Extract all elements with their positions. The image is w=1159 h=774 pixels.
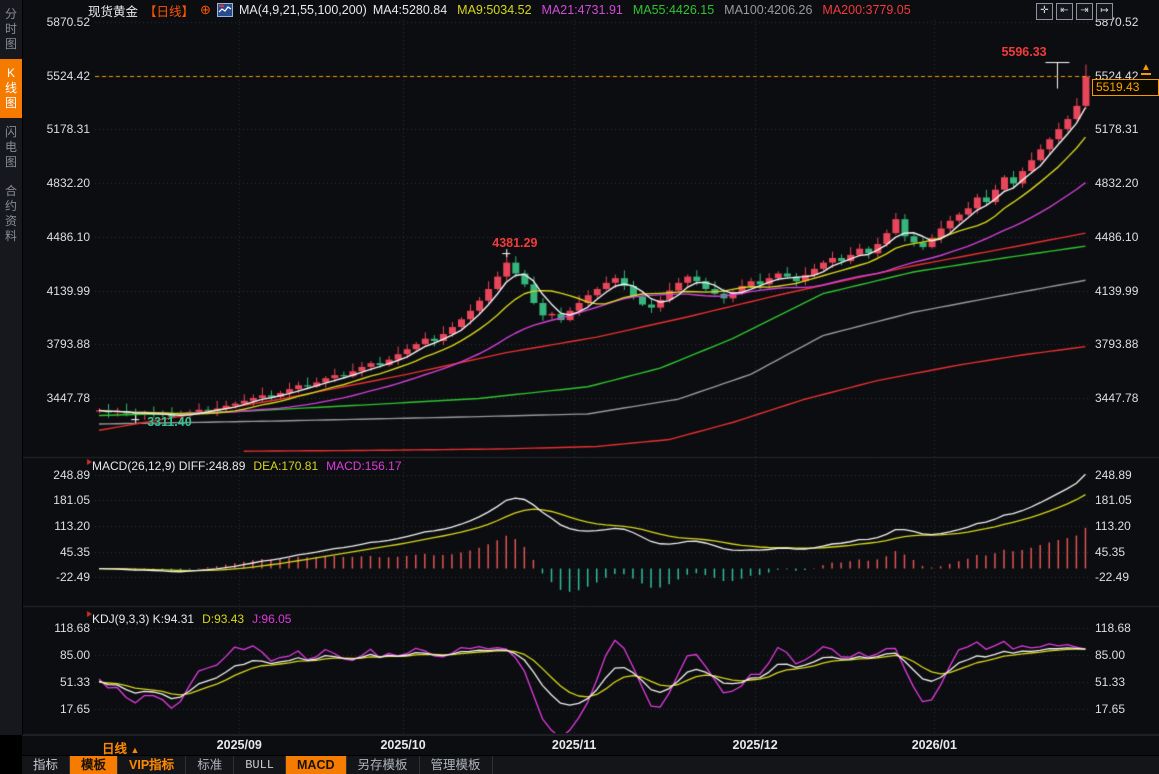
axis-tick: 4832.20	[1095, 176, 1159, 190]
axis-tick: -22.49	[1095, 570, 1159, 584]
sidebar-bottom-filler	[0, 735, 22, 774]
axis-tick: 85.00	[24, 648, 90, 662]
time-axis: 日线 ▲ 2025/092025/102025/112025/122026/01	[22, 735, 1159, 756]
axis-tick: 118.68	[24, 621, 90, 635]
add-indicator-icon[interactable]: ⊕	[200, 2, 211, 18]
axis-tick: 85.00	[1095, 648, 1159, 662]
ma-legend-item: MA200:3779.05	[822, 3, 910, 17]
symbol-name: 现货黄金	[88, 1, 138, 20]
indicator-value-label: MACD(26,12,9) DIFF:248.89	[92, 459, 245, 473]
axis-tick: 5870.52	[24, 15, 90, 29]
sidebar-item-char: 时	[0, 22, 22, 37]
chart-canvas[interactable]	[0, 0, 1159, 774]
tab-另存模板[interactable]: 另存模板	[347, 756, 420, 774]
ma-legend-item: MA9:5034.52	[457, 3, 531, 17]
sidebar-item-char: 图	[0, 155, 22, 170]
period-tag: 【日线】	[144, 1, 194, 20]
axis-tick: 45.35	[24, 545, 90, 559]
axis-tick: 3793.88	[1095, 337, 1159, 351]
price-annotation: 5596.33	[1001, 45, 1046, 59]
tab-MACD[interactable]: MACD	[286, 756, 347, 774]
axis-tick: 3447.78	[24, 391, 90, 405]
tab-标准[interactable]: 标准	[186, 756, 234, 774]
axis-tick: 4832.20	[24, 176, 90, 190]
ma-legend-item: MA4:5280.84	[373, 3, 447, 17]
tab-管理模板[interactable]: 管理模板	[420, 756, 493, 774]
month-label: 2025/10	[380, 738, 425, 752]
indicator-value-label: KDJ(9,3,3) K:94.31	[92, 612, 194, 626]
month-label: 2026/01	[912, 738, 957, 752]
tab-模板[interactable]: 模板	[70, 756, 118, 774]
sidebar-item-flash-chart[interactable]: 闪电图	[0, 118, 22, 177]
axis-tick: -22.49	[24, 570, 90, 584]
axis-tick: 51.33	[1095, 675, 1159, 689]
left-sidebar: 分时图K线图闪电图合约资料	[0, 0, 23, 735]
sidebar-item-kline-chart[interactable]: K线图	[0, 59, 22, 118]
axis-tick: 113.20	[24, 519, 90, 533]
scale-right-icon[interactable]: ⇥	[1076, 3, 1093, 20]
price-annotation: 3311.40	[147, 415, 192, 429]
mini-chart-icon[interactable]	[217, 3, 233, 17]
sidebar-item-char: 线	[0, 81, 22, 96]
ma-legend: MA4:5280.84 MA9:5034.52 MA21:4731.91 MA55:4…	[373, 3, 911, 17]
month-label: 2025/12	[733, 738, 778, 752]
axis-tick: 4486.10	[24, 230, 90, 244]
axis-tick: 45.35	[1095, 545, 1159, 559]
indicator-value-label: DEA:170.81	[253, 459, 318, 473]
month-label: 2025/09	[217, 738, 262, 752]
macd-header: MACD(26,12,9) DIFF:248.89 DEA:170.81 MACD:…	[92, 459, 402, 473]
indicator-value-label: MACD:156.17	[326, 459, 401, 473]
last-price-label: 5519.43	[1092, 79, 1159, 96]
sidebar-item-char: 图	[0, 37, 22, 52]
crosshair-icon[interactable]: ✛	[1036, 3, 1053, 20]
sidebar-item-char: 资	[0, 214, 22, 229]
axis-tick: 4139.99	[1095, 284, 1159, 298]
trading-app-window: 分时图K线图闪电图合约资料 现货黄金 【日线】 ⊕ MA(4,9,21,55,1…	[0, 0, 1159, 774]
axis-tick: 113.20	[1095, 519, 1159, 533]
axis-tick: 17.65	[1095, 702, 1159, 716]
axis-tick: 181.05	[1095, 493, 1159, 507]
sidebar-item-char: 分	[0, 7, 22, 22]
ma-legend-item: MA100:4206.26	[724, 3, 812, 17]
axis-tick: 51.33	[24, 675, 90, 689]
scale-left-icon[interactable]: ⇤	[1056, 3, 1073, 20]
sidebar-item-char: 图	[0, 96, 22, 111]
tab-BULL[interactable]: BULL	[234, 756, 286, 774]
ma-legend-item: MA21:4731.91	[542, 3, 623, 17]
kdj-header: KDJ(9,3,3) K:94.31 D:93.43 J:96.05	[92, 612, 291, 626]
axis-tick: 4139.99	[24, 284, 90, 298]
sidebar-item-char: 闪	[0, 125, 22, 140]
sidebar-item-char: 电	[0, 140, 22, 155]
ma-settings-label: MA(4,9,21,55,100,200)	[239, 3, 367, 17]
chart-toolbar: ✛⇤⇥↦	[1036, 3, 1113, 20]
axis-tick: 17.65	[24, 702, 90, 716]
indicator-value-label: J:96.05	[252, 612, 291, 626]
axis-tick: 3447.78	[1095, 391, 1159, 405]
axis-tick: 4486.10	[1095, 230, 1159, 244]
chart-header: 现货黄金 【日线】 ⊕ MA(4,9,21,55,100,200) MA4:52…	[88, 0, 911, 20]
ma-legend-item: MA55:4426.15	[633, 3, 714, 17]
sidebar-item-char: 约	[0, 199, 22, 214]
bottom-tab-bar: 指标模板VIP指标标准BULLMACD另存模板管理模板	[22, 755, 1159, 774]
scroll-to-latest-icon[interactable]: ▲	[1141, 63, 1151, 75]
pan-right-icon[interactable]: ↦	[1096, 3, 1113, 20]
axis-tick: 248.89	[1095, 468, 1159, 482]
sidebar-item-char: 合	[0, 184, 22, 199]
tab-指标[interactable]: 指标	[22, 756, 70, 774]
tab-VIP指标[interactable]: VIP指标	[118, 756, 186, 774]
axis-tick: 5524.42	[24, 69, 90, 83]
axis-tick: 118.68	[1095, 621, 1159, 635]
axis-tick: 5178.31	[1095, 122, 1159, 136]
sidebar-item-time-chart[interactable]: 分时图	[0, 0, 22, 59]
axis-tick: 3793.88	[24, 337, 90, 351]
axis-tick: 181.05	[24, 493, 90, 507]
month-label: 2025/11	[552, 738, 597, 752]
axis-tick: 5178.31	[24, 122, 90, 136]
indicator-value-label: D:93.43	[202, 612, 244, 626]
sidebar-item-contract-info[interactable]: 合约资料	[0, 177, 22, 251]
sidebar-item-char: K	[0, 66, 22, 81]
sidebar-item-char: 料	[0, 229, 22, 244]
price-annotation: 4381.29	[492, 236, 537, 250]
axis-tick: 248.89	[24, 468, 90, 482]
